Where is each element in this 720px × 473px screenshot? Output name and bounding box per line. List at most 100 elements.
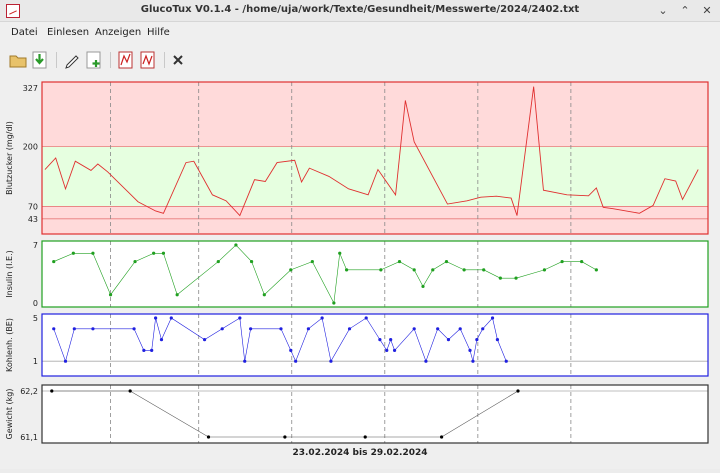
y-axis-label: Gewicht (kg) [5,389,14,440]
menu-datei[interactable]: Datei [11,27,38,38]
data-point [154,316,158,320]
data-point [482,268,486,272]
report-icon[interactable] [116,50,136,70]
data-point [206,435,211,439]
data-point [338,251,342,255]
panel-background [42,385,708,443]
data-point [421,284,425,289]
menu-einlesen[interactable]: Einlesen [47,27,89,38]
add-document-icon[interactable] [84,50,104,70]
data-point [516,389,520,393]
data-point [289,268,293,272]
report-alt-icon[interactable] [138,50,158,70]
data-point [329,359,333,363]
edit-pen-icon[interactable] [62,50,82,70]
data-point [347,327,352,331]
data-point [71,251,75,255]
data-point [436,327,440,331]
data-point [243,359,247,363]
maximize-icon[interactable]: ⌃ [678,4,692,18]
range-band [42,206,708,234]
y-axis-label: Insulin (I.E.) [5,250,14,297]
panel-background [42,314,708,376]
data-point [412,327,416,331]
open-folder-icon[interactable] [8,50,28,70]
data-point [378,338,382,342]
data-point [132,327,136,331]
data-point [234,243,238,247]
data-point [91,327,95,331]
date-range-label: 23.02.2024 bis 29.02.2024 [292,448,428,458]
toolbar-separator [56,52,57,68]
data-point [468,348,472,352]
y-tick-label: 43 [28,215,38,224]
data-point [446,338,451,342]
data-point [72,327,76,331]
data-point [63,359,68,363]
y-tick-label: 61,1 [20,433,38,442]
chart-area: 327 200 70 43 Blutzucker (mg/dl) 7 0 Insulin (I… [0,76,720,469]
data-point [161,251,166,255]
data-point [462,268,466,272]
y-tick-label: 62,2 [20,387,38,396]
data-point [471,359,475,363]
data-point [159,338,164,342]
data-point [262,293,266,297]
data-point [52,259,56,264]
y-tick-label: 1 [33,357,38,366]
data-point [458,327,462,331]
data-point [175,293,179,297]
data-point [220,327,224,331]
data-point [495,338,500,342]
data-point [364,316,368,320]
data-point [202,338,207,342]
close-window-icon[interactable]: ✕ [700,4,714,18]
y-tick-label: 7 [33,241,38,250]
window-title: GlucoTux V0.1.4 - /home/uja/work/Texte/G… [140,4,580,15]
chevron-down-icon[interactable]: ⌄ [656,4,670,18]
data-point [306,327,310,331]
panel-background [42,241,708,307]
data-point [128,389,132,393]
close-icon[interactable] [168,50,188,70]
data-point [310,259,314,264]
data-point [424,359,428,363]
data-point [490,316,495,320]
data-point [389,338,393,342]
data-point [542,268,547,272]
data-point [363,435,367,439]
range-band [42,82,708,147]
data-point [133,259,137,264]
data-point [444,259,449,264]
y-axis-label: Blutzucker (mg/dl) [5,121,14,195]
data-point [504,359,508,363]
data-point [560,259,564,264]
import-icon[interactable] [30,50,50,70]
menu-hilfe[interactable]: Hilfe [147,27,170,38]
data-point [397,259,402,264]
data-point [283,435,287,439]
data-point [150,348,154,352]
data-point [498,276,502,280]
data-point [392,348,397,352]
data-point [294,359,298,363]
data-point [216,259,220,264]
data-point [91,251,95,255]
data-point [514,276,518,280]
menu-anzeigen[interactable]: Anzeigen [95,27,141,38]
data-point [52,327,56,331]
data-point [379,268,383,272]
data-point [594,268,598,272]
toolbar-separator [164,52,165,68]
y-tick-label: 70 [28,202,38,211]
data-point [238,316,242,320]
data-point [249,327,253,331]
title-bar[interactable]: GlucoTux V0.1.4 - /home/uja/work/Texte/G… [0,0,720,22]
y-tick-label: 5 [33,314,38,323]
data-point [169,316,173,320]
y-tick-label: 200 [23,142,38,151]
data-point [412,268,416,272]
toolbar-separator [110,52,111,68]
charts-svg: 3272007043Blutzucker (mg/dl)70Insulin (I… [5,81,709,444]
y-axis-label: Kohlenh. (BE) [5,318,14,372]
